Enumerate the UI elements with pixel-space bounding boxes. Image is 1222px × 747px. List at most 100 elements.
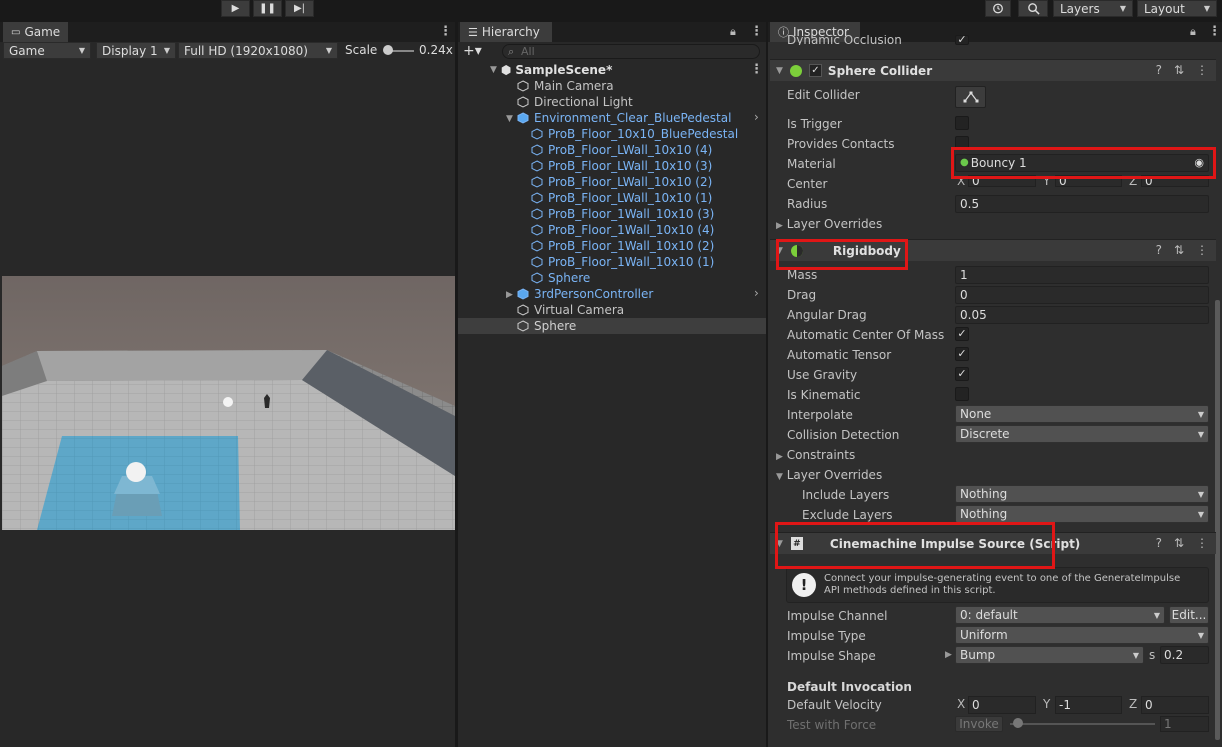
chevron-right-icon[interactable]: › (754, 286, 759, 300)
chevron-down-icon: ▼ (1197, 409, 1204, 419)
sphere-collider-header[interactable]: ▼ ✓ Sphere Collider (770, 59, 1216, 81)
force-value-field[interactable]: 1 (1160, 716, 1209, 732)
hierarchy-item[interactable]: ProB_Floor_LWall_10x10 (3) (531, 158, 712, 174)
component-menu-icon[interactable]: ⋮ (1196, 536, 1208, 550)
lock-icon[interactable]: 🔒︎ (730, 25, 736, 39)
gameobject-icon (531, 224, 543, 236)
history-icon[interactable] (985, 0, 1011, 17)
invoke-button[interactable]: Invoke (955, 716, 1003, 732)
tab-game[interactable]: ▭ Game (3, 22, 68, 42)
default-invocation-heading: Default Invocation (787, 680, 912, 694)
use-gravity-checkbox[interactable]: ✓ (955, 367, 969, 381)
scale-slider-handle[interactable] (383, 45, 393, 55)
hierarchy-item[interactable]: ProB_Floor_1Wall_10x10 (1) (531, 254, 714, 270)
scene-row[interactable]: ▼ ⬢ SampleScene* (490, 62, 612, 78)
hierarchy-item[interactable]: ProB_Floor_LWall_10x10 (1) (531, 190, 712, 206)
layer-overrides-label: Layer Overrides (786, 217, 883, 231)
inspector-menu-icon[interactable]: ⋮ (1208, 24, 1221, 39)
game-viewport[interactable] (2, 276, 455, 530)
hierarchy-item-label: ProB_Floor_1Wall_10x10 (1) (548, 255, 715, 269)
impulse-shape-dropdown[interactable]: Bump ▼ (955, 646, 1144, 664)
is-trigger-checkbox[interactable] (955, 116, 969, 130)
constraints-foldout[interactable]: ▶ Constraints (776, 447, 855, 463)
help-icon[interactable]: ? (1156, 63, 1162, 77)
gameobject-icon (531, 256, 543, 268)
force-slider-track[interactable] (1010, 723, 1155, 725)
is-kinematic-checkbox[interactable] (955, 387, 969, 401)
hierarchy-search-input[interactable]: ⌕ All (502, 44, 760, 59)
search-icon[interactable] (1018, 0, 1048, 17)
game-mode-dropdown[interactable]: Game ▼ (3, 42, 91, 59)
expand-arrow-icon: ▶ (776, 452, 783, 462)
preset-icon[interactable]: ⇅ (1174, 243, 1184, 257)
mass-field[interactable]: 1 (955, 266, 1209, 284)
pause-button[interactable]: ❚❚ (253, 0, 282, 17)
hierarchy-menu-icon[interactable]: ⋮ (750, 24, 763, 39)
help-text: Connect your impulse-generating event to… (824, 573, 1181, 596)
display-dropdown[interactable]: Display 1 ▼ (96, 42, 176, 59)
collapse-arrow-icon[interactable]: ▶ (506, 290, 513, 300)
preset-icon[interactable]: ⇅ (1174, 536, 1184, 550)
layer-overrides-foldout[interactable]: ▶ Layer Overrides (776, 216, 882, 232)
hierarchy-item[interactable]: ProB_Floor_10x10_BluePedestal (531, 126, 738, 142)
resolution-dropdown[interactable]: Full HD (1920x1080) ▼ (178, 42, 338, 59)
edit-channels-button[interactable]: Edit... (1169, 606, 1209, 624)
search-icon: ⌕ (508, 45, 515, 58)
hierarchy-item[interactable]: ProB_Floor_LWall_10x10 (2) (531, 174, 712, 190)
chevron-down-icon: ▼ (1197, 429, 1204, 439)
step-button[interactable]: ▶| (285, 0, 314, 17)
expand-arrow-icon[interactable]: ▶ (945, 650, 952, 660)
hierarchy-item[interactable]: Main Camera (517, 78, 614, 94)
velocity-y-field[interactable]: -1 (1055, 696, 1122, 714)
hierarchy-item[interactable]: Sphere (531, 270, 590, 286)
hierarchy-item[interactable]: 3rdPersonController (517, 286, 653, 302)
hierarchy-item[interactable]: ProB_Floor_1Wall_10x10 (4) (531, 222, 714, 238)
play-button[interactable]: ▶ (221, 0, 250, 17)
collision-detection-dropdown[interactable]: Discrete ▼ (955, 425, 1209, 443)
hierarchy-item[interactable]: ProB_Floor_LWall_10x10 (4) (531, 142, 712, 158)
include-layers-dropdown[interactable]: Nothing ▼ (955, 485, 1209, 503)
dynamic-occlusion-checkbox[interactable]: ✓ (955, 34, 969, 45)
scene-menu-icon[interactable]: ⋮ (750, 62, 763, 77)
preset-icon[interactable]: ⇅ (1174, 63, 1184, 77)
edit-collider-button[interactable] (955, 86, 986, 108)
hierarchy-item[interactable]: Virtual Camera (517, 302, 624, 318)
angular-drag-field[interactable]: 0.05 (955, 306, 1209, 324)
auto-com-checkbox[interactable]: ✓ (955, 327, 969, 341)
exclude-layers-dropdown[interactable]: Nothing ▼ (955, 505, 1209, 523)
component-enabled-checkbox[interactable]: ✓ (808, 64, 822, 77)
force-slider-handle[interactable] (1013, 718, 1023, 728)
radius-field[interactable]: 0.5 (955, 195, 1209, 213)
gameobject-icon (531, 208, 543, 220)
chevron-right-icon[interactable]: › (754, 110, 759, 124)
rb-layer-overrides-foldout[interactable]: ▼ Layer Overrides (776, 467, 882, 483)
velocity-z-field[interactable]: 0 (1141, 696, 1209, 714)
game-menu-icon[interactable]: ⋮ (439, 24, 452, 39)
selected-row-highlight (458, 318, 766, 334)
lock-icon[interactable]: 🔒︎ (1190, 25, 1196, 39)
hierarchy-item[interactable]: Directional Light (517, 94, 633, 110)
impulse-channel-dropdown[interactable]: 0: default ▼ (955, 606, 1165, 624)
hierarchy-item[interactable]: ProB_Floor_1Wall_10x10 (2) (531, 238, 714, 254)
hierarchy-item-sphere-selected[interactable]: Sphere (517, 318, 576, 334)
layout-dropdown[interactable]: Layout ▼ (1137, 0, 1217, 17)
impulse-type-dropdown[interactable]: Uniform ▼ (955, 626, 1209, 644)
interpolate-dropdown[interactable]: None ▼ (955, 405, 1209, 423)
component-menu-icon[interactable]: ⋮ (1196, 243, 1208, 257)
velocity-x-field[interactable]: 0 (968, 696, 1036, 714)
component-menu-icon[interactable]: ⋮ (1196, 63, 1208, 77)
hierarchy-item[interactable]: Environment_Clear_BluePedestal (517, 110, 731, 126)
add-object-button[interactable]: +▾ (463, 43, 482, 59)
drag-field[interactable]: 0 (955, 286, 1209, 304)
tab-hierarchy[interactable]: ☰ Hierarchy (460, 22, 552, 42)
hierarchy-item[interactable]: ProB_Floor_1Wall_10x10 (3) (531, 206, 714, 222)
hierarchy-item-label: ProB_Floor_1Wall_10x10 (4) (548, 223, 715, 237)
help-icon[interactable]: ? (1156, 536, 1162, 550)
auto-tensor-checkbox[interactable]: ✓ (955, 347, 969, 361)
chevron-down-icon: ▼ (1197, 509, 1204, 519)
expand-arrow-icon[interactable]: ▼ (506, 114, 513, 124)
help-icon[interactable]: ? (1156, 243, 1162, 257)
inspector-scrollbar[interactable] (1215, 300, 1220, 740)
impulse-duration-field[interactable]: 0.2 (1160, 646, 1209, 664)
layers-dropdown[interactable]: Layers ▼ (1053, 0, 1133, 17)
